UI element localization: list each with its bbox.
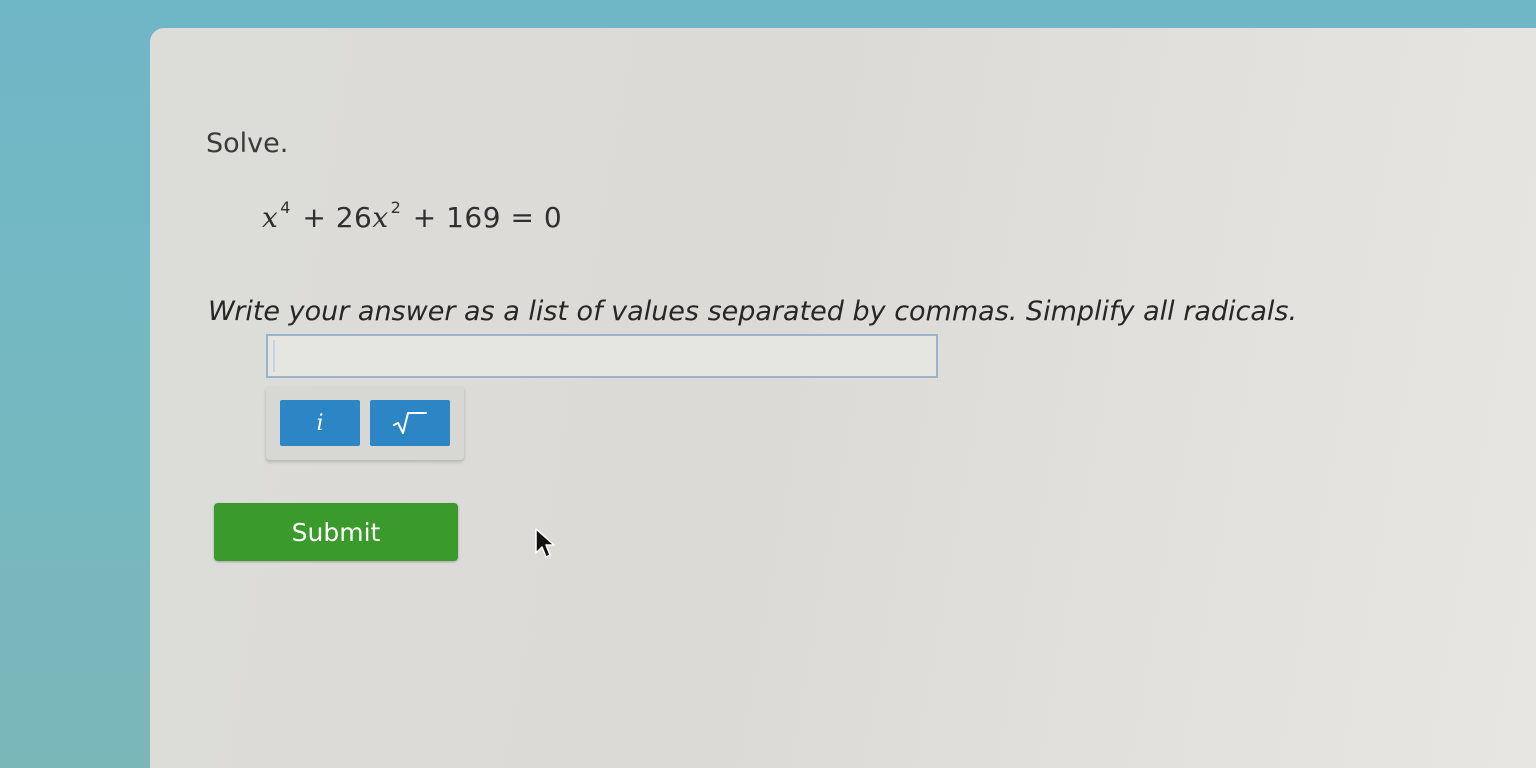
imaginary-unit-button[interactable]: i bbox=[280, 400, 360, 446]
math-toolbar: i bbox=[266, 386, 464, 460]
imaginary-unit-label: i bbox=[316, 410, 324, 436]
mouse-pointer-icon bbox=[535, 528, 555, 558]
equation-exponent-1: 4 bbox=[280, 198, 291, 217]
square-root-button[interactable] bbox=[370, 400, 450, 446]
answer-prompt: Write your answer as a list of values se… bbox=[208, 296, 1298, 327]
equation: x4 + 26x 2 + 169 = 0 bbox=[262, 198, 562, 234]
instruction-text: Solve. bbox=[206, 128, 289, 159]
square-root-icon bbox=[393, 412, 427, 434]
equation-variable-2: x bbox=[372, 201, 389, 234]
text-caret bbox=[273, 340, 275, 372]
submit-button[interactable]: Submit bbox=[214, 503, 458, 561]
equation-variable: x bbox=[262, 201, 279, 234]
equation-middle: + 26 bbox=[292, 201, 373, 234]
question-panel: Solve. x4 + 26x 2 + 169 = 0 Write your an… bbox=[150, 28, 1536, 768]
equation-exponent-2: 2 bbox=[390, 198, 402, 217]
answer-input[interactable] bbox=[266, 334, 938, 378]
equation-tail: + 169 = 0 bbox=[403, 201, 563, 234]
